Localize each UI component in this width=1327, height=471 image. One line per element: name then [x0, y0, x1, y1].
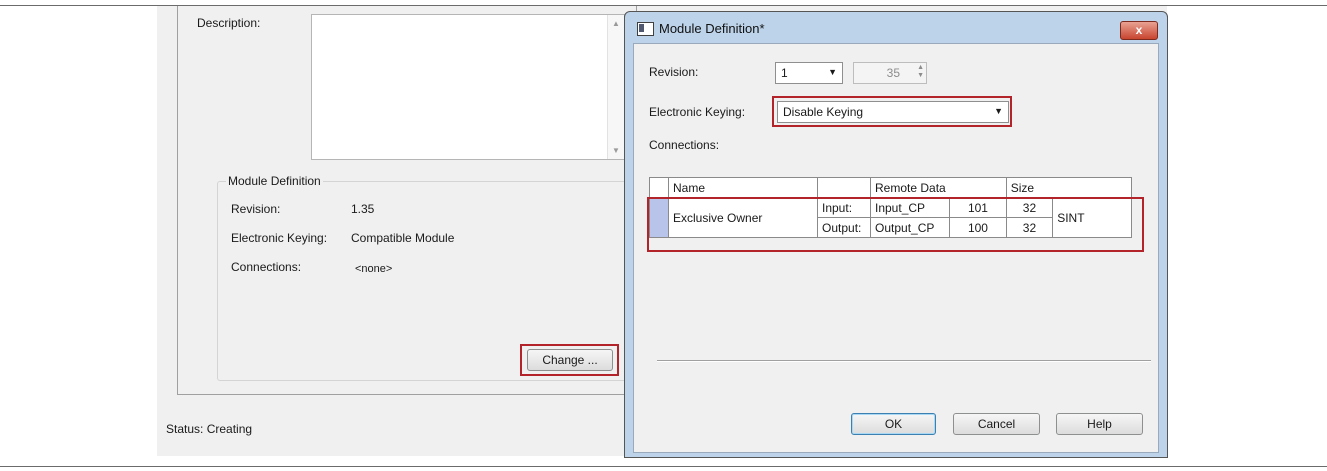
description-scrollbar[interactable]: ▲ ▼	[607, 15, 624, 159]
dialog-keying-label: Electronic Keying:	[649, 105, 746, 119]
dialog-revision-label: Revision:	[649, 65, 699, 79]
dialog-titlebar[interactable]: Module Definition* x	[625, 12, 1167, 42]
module-definition-group: Module Definition Revision: 1.35 Electro…	[217, 174, 628, 381]
connection-row-highlight	[647, 197, 1144, 252]
column-header-remote-instance[interactable]	[949, 177, 1007, 198]
close-icon[interactable]: x	[1120, 21, 1158, 40]
spinner-arrows-icon[interactable]: ▲ ▼	[917, 64, 924, 80]
table-header-row: Name Remote Data Size	[649, 177, 1132, 198]
connections-label: Connections:	[231, 260, 302, 274]
column-header-name[interactable]: Name	[668, 177, 818, 198]
module-definition-dialog: Module Definition* x Revision: 1 ▼ 35 ▲ ▼…	[624, 11, 1168, 458]
cancel-button[interactable]: Cancel	[953, 413, 1040, 435]
ok-button[interactable]: OK	[851, 413, 936, 435]
scroll-up-icon[interactable]: ▲	[612, 19, 620, 28]
column-header-type[interactable]	[1052, 177, 1132, 198]
help-button[interactable]: Help	[1056, 413, 1143, 435]
revision-major-select[interactable]: 1 ▼	[775, 62, 843, 84]
row-selector-header	[649, 177, 669, 198]
chevron-down-icon[interactable]: ▼	[828, 67, 837, 77]
revision-value: 1.35	[351, 202, 375, 216]
revision-major-value: 1	[781, 66, 788, 80]
keying-highlight	[772, 96, 1012, 127]
column-header-direction[interactable]	[817, 177, 871, 198]
description-textarea[interactable]: ▲ ▼	[311, 14, 625, 160]
dialog-title: Module Definition*	[659, 21, 765, 36]
column-header-size[interactable]: Size	[1005, 177, 1053, 198]
status-text: Status: Creating	[166, 422, 253, 436]
column-header-remote-data[interactable]: Remote Data	[869, 177, 950, 198]
dialog-body: Revision: 1 ▼ 35 ▲ ▼ Electronic Keying: D…	[633, 43, 1159, 453]
connections-value: <none>	[355, 263, 393, 275]
dialog-connections-label: Connections:	[649, 138, 720, 152]
revision-label: Revision:	[231, 202, 281, 216]
module-definition-title: Module Definition	[226, 174, 323, 188]
dialog-separator	[657, 360, 1151, 361]
window-icon	[637, 22, 654, 36]
description-label: Description:	[197, 16, 261, 30]
change-highlight	[520, 344, 619, 376]
general-panel: Description: ▲ ▼ Module Definition Revis…	[177, 6, 637, 395]
electronic-keying-label: Electronic Keying:	[231, 231, 328, 245]
scroll-down-icon[interactable]: ▼	[612, 146, 620, 155]
revision-minor-spinner[interactable]: 35 ▲ ▼	[853, 62, 927, 84]
electronic-keying-value: Compatible Module	[351, 231, 455, 245]
bottom-rule	[0, 466, 1327, 467]
revision-minor-value: 35	[886, 66, 900, 80]
